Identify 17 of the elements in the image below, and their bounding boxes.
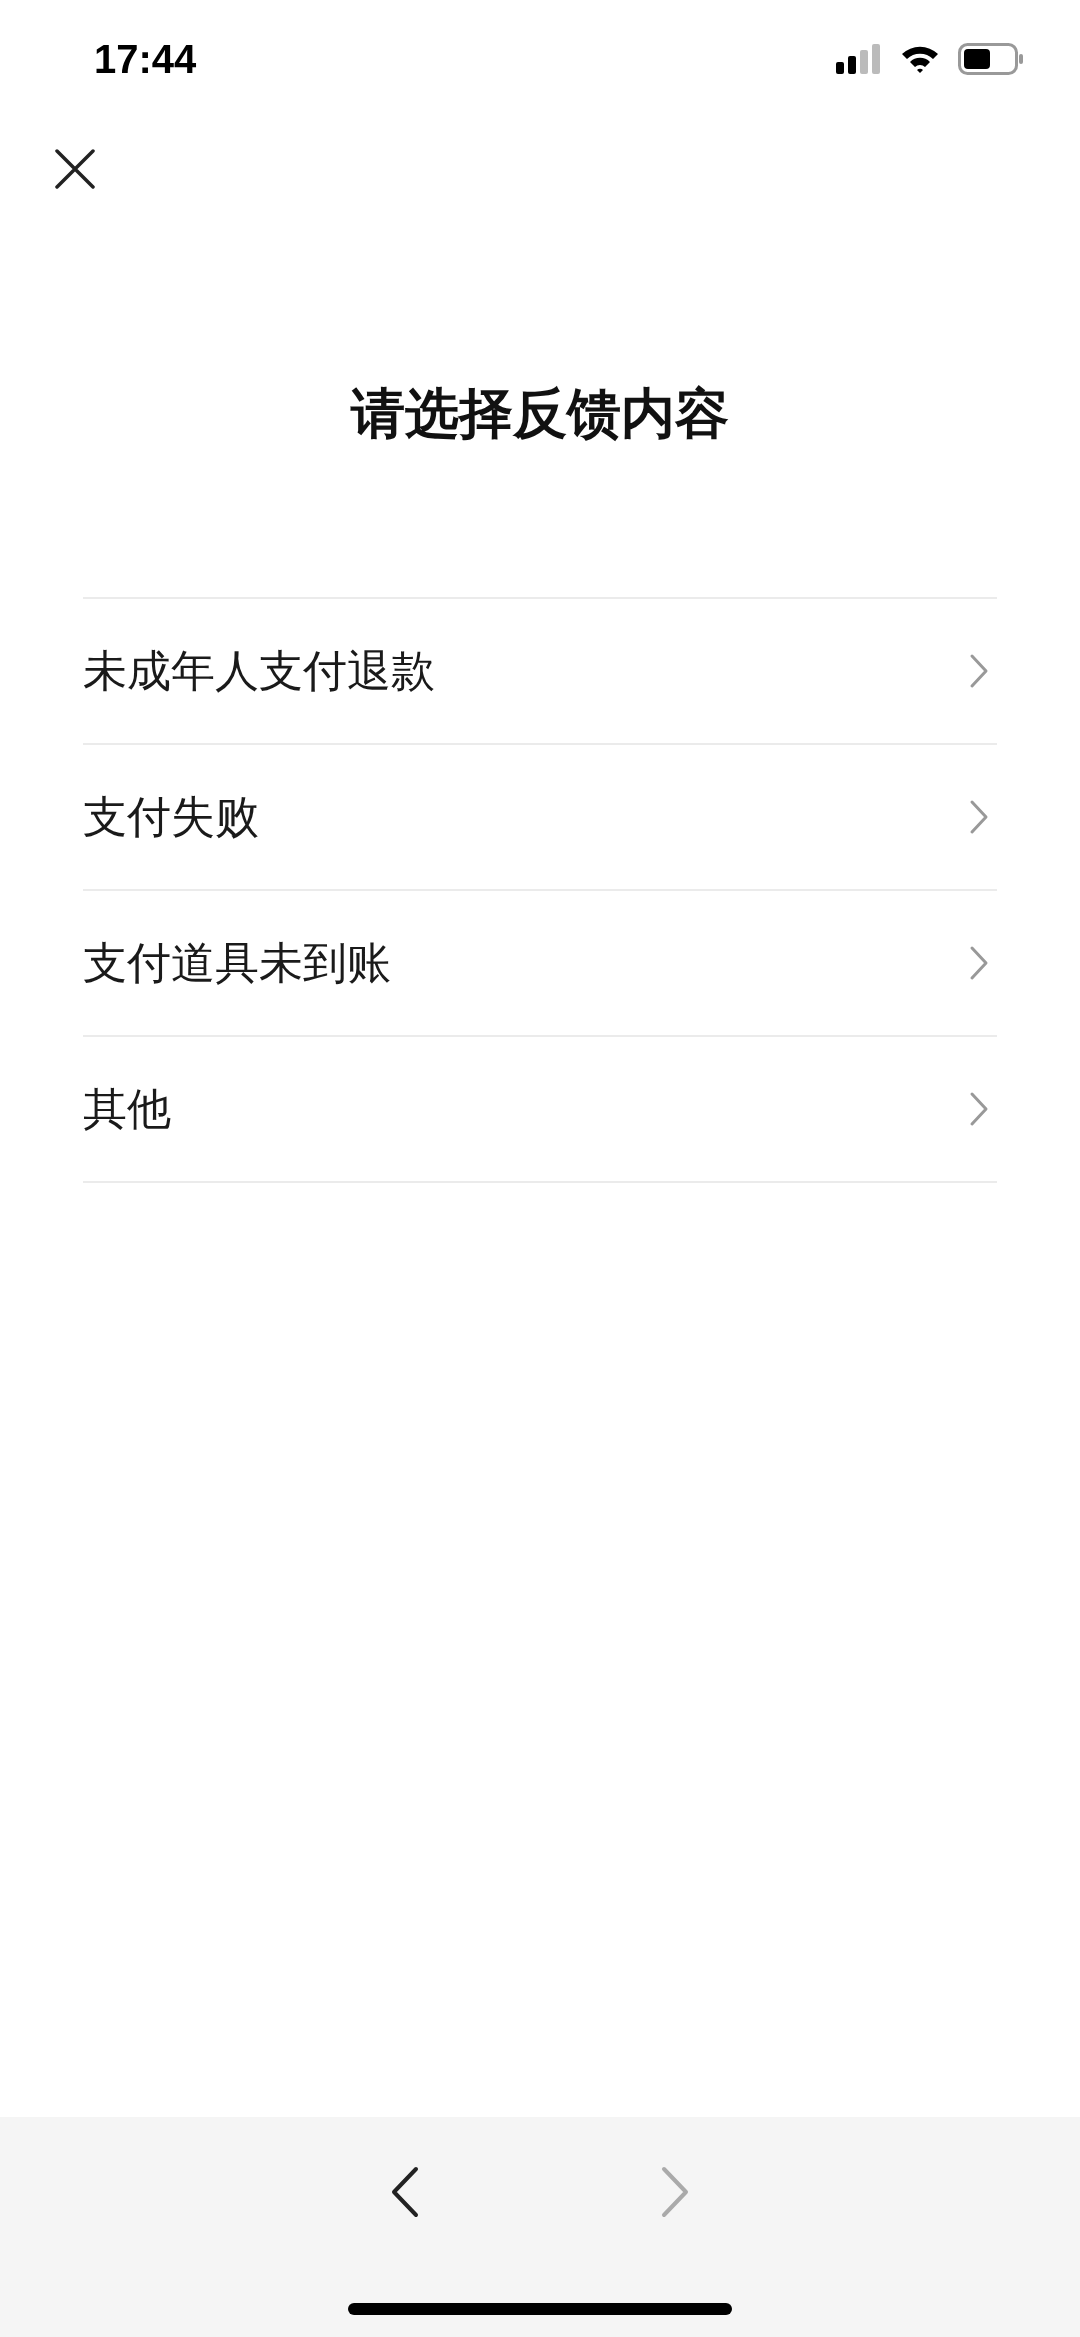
page-title: 请选择反馈内容 [351,382,729,445]
chevron-icon [969,1091,989,1127]
close-button[interactable] [52,146,98,192]
option-item[interactable]: 支付失败 [83,745,997,891]
status-time: 17:44 [94,36,197,83]
signal-icon [836,44,882,74]
chevron-icon [969,945,989,981]
close-icon [55,149,95,189]
right-chevron-icon [660,2166,690,2218]
option-item[interactable]: 其他 [83,1037,997,1183]
left-chevron-icon [390,2166,420,2218]
wifi-icon [900,44,940,74]
option-item[interactable]: 未成年人支付退款 [83,599,997,745]
option-item[interactable]: 支付道具未到账 [83,891,997,1037]
battery-icon [958,43,1024,75]
chevron-icon [969,653,989,689]
chevron-icon [969,799,989,835]
